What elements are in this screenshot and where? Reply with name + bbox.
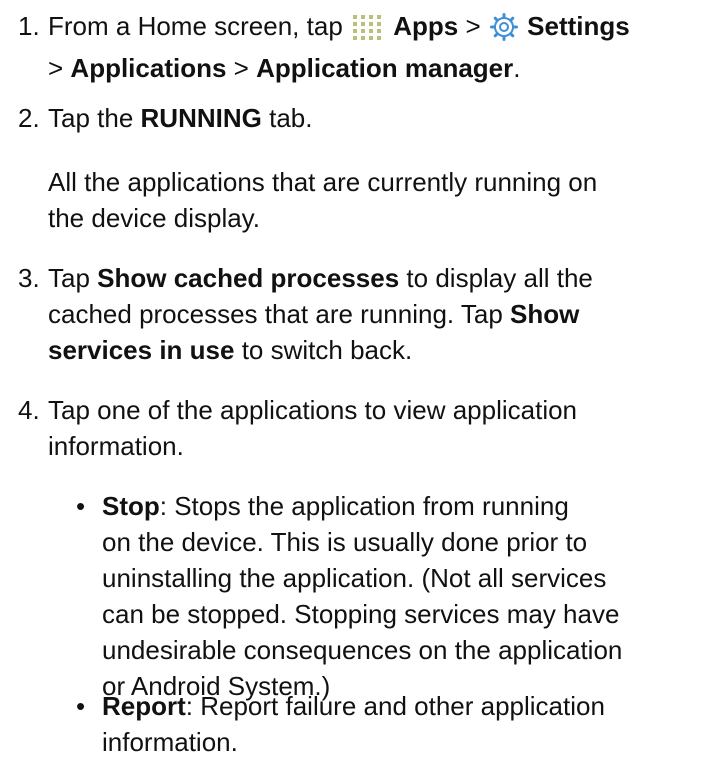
- step-3-text: Tap Show cached processes to display all…: [48, 260, 698, 368]
- bullet-line: can be stopped. Stopping services may ha…: [102, 599, 620, 629]
- show-cached-processes-label: Show cached processes: [97, 263, 400, 293]
- bullet-line: Report: Report failure and other applica…: [102, 691, 605, 721]
- report-term: Report: [102, 691, 186, 721]
- bullet-line: undesirable consequences on the applicat…: [102, 635, 623, 665]
- step-4-line: Tap one of the applications to view appl…: [48, 395, 578, 425]
- bullet-report-text: Report: Report failure and other applica…: [102, 688, 702, 760]
- bullet-line: Stop: Stops the application from running: [102, 491, 569, 521]
- apps-grid-icon: [352, 13, 384, 50]
- services-in-use-label: services in use: [48, 335, 235, 365]
- step-1-line-2: > Applications > Application manager.: [48, 53, 521, 83]
- applications-label: Applications: [70, 53, 227, 83]
- step-4-line: information.: [48, 431, 184, 461]
- bullet-line: on the device. This is usually done prio…: [102, 527, 588, 557]
- step-2-text: Tap the RUNNING tab.: [48, 100, 698, 136]
- bullet-dot: •: [76, 691, 86, 721]
- step-3-line-2: cached processes that are running. Tap S…: [48, 299, 580, 329]
- bullet-stop-text: Stop: Stops the application from running…: [102, 488, 702, 704]
- bullet-line: uninstalling the application. (Not all s…: [102, 563, 607, 593]
- step-1-line-1: From a Home screen, tap Apps > Settings: [48, 8, 698, 50]
- step-3-line-3: services in use to switch back.: [48, 335, 413, 365]
- apps-label: Apps: [393, 11, 459, 41]
- step-2-line-1: Tap the RUNNING tab.: [48, 103, 313, 133]
- show-label: Show: [510, 299, 580, 329]
- step-1-text: From a Home screen, tap Apps > Settings …: [48, 8, 698, 86]
- settings-label: Settings: [527, 11, 630, 41]
- step-number: 2.: [18, 103, 40, 133]
- bullet-dot: •: [76, 491, 86, 521]
- note-line: All the applications that are currently …: [48, 167, 598, 197]
- step-number: 3.: [18, 263, 40, 293]
- step-4-text: Tap one of the applications to view appl…: [48, 392, 698, 464]
- application-manager-label: Application manager: [256, 53, 514, 83]
- bullet-line: information.: [102, 727, 238, 757]
- settings-gear-icon: [489, 13, 518, 50]
- note-line: the device display.: [48, 203, 260, 233]
- step-number: 4.: [18, 395, 40, 425]
- step-3-line-1: Tap Show cached processes to display all…: [48, 263, 593, 293]
- running-tab-label: RUNNING: [140, 103, 262, 133]
- step-number: 1.: [18, 11, 40, 41]
- stop-term: Stop: [102, 491, 160, 521]
